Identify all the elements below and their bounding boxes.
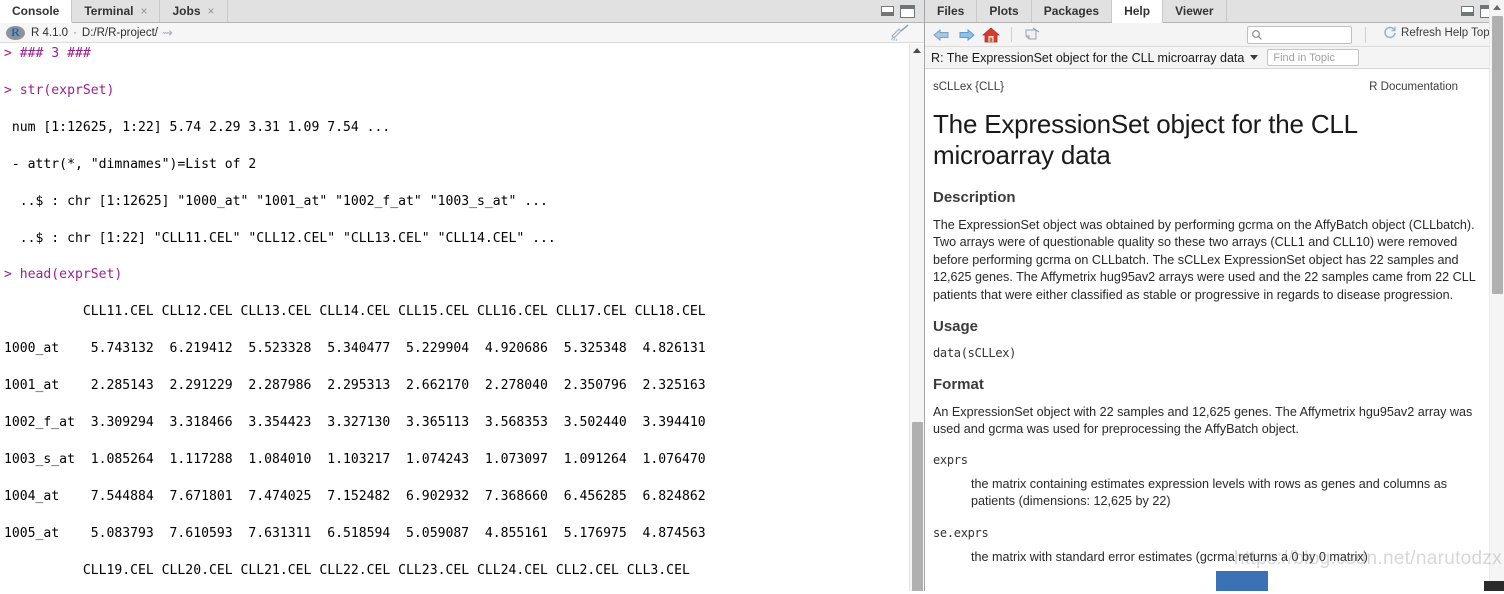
help-search-box[interactable] <box>1247 26 1352 44</box>
back-arrow-icon[interactable] <box>931 25 951 44</box>
maximize-icon[interactable] <box>900 4 915 18</box>
tab-viewer-label: Viewer <box>1175 4 1214 18</box>
tab-packages[interactable]: Packages <box>1031 0 1113 22</box>
console-window-controls <box>872 0 924 22</box>
tab-console-label: Console <box>12 4 60 18</box>
tab-plots[interactable]: Plots <box>977 0 1032 22</box>
help-section-heading-usage: Usage <box>933 318 979 336</box>
console-output-line: num [1:12625, 1:22] 5.74 2.29 3.31 1.09 … <box>4 119 391 135</box>
help-definition-exprs: the matrix containing estimates expressi… <box>971 476 1447 509</box>
tab-help-label: Help <box>1124 4 1151 18</box>
home-icon[interactable] <box>981 25 1001 44</box>
console-output-line: CLL19.CEL CLL20.CEL CLL21.CEL CLL22.CEL … <box>4 562 690 578</box>
scroll-up-icon[interactable] <box>913 48 921 53</box>
console-output-line: 1000_at 5.743132 6.219412 5.523328 5.340… <box>4 341 706 357</box>
tabbar-spacer <box>228 0 872 22</box>
help-section-heading-format: Format <box>933 376 984 394</box>
console-output-line: 1005_at 5.083793 7.610593 7.631311 6.518… <box>4 525 706 541</box>
refresh-help-topic-label: Refresh Help Topic <box>1401 27 1498 39</box>
help-doc-package: sCLLex {CLL} <box>933 81 1004 93</box>
tab-terminal-label: Terminal <box>84 4 134 18</box>
help-topic-title: R: The ExpressionSet object for the CLL … <box>931 50 1245 65</box>
console-scrollbar[interactable] <box>909 44 924 594</box>
tab-help[interactable]: Help <box>1112 0 1164 23</box>
help-search-input[interactable] <box>1265 28 1349 42</box>
find-in-topic-input[interactable]: Find in Topic <box>1267 49 1360 66</box>
console-output-line: 1002_f_at 3.309294 3.318466 3.354423 3.3… <box>4 415 706 431</box>
console-output-line: CLL11.CEL CLL12.CEL CLL13.CEL CLL14.CEL … <box>4 304 706 320</box>
help-nav-icons <box>931 25 1042 44</box>
help-topic-bar: R: The ExpressionSet object for the CLL … <box>925 47 1504 69</box>
console-text: > ### 3 ### > str(exprSet) num [1:12625,… <box>4 45 924 594</box>
open-in-new-window-icon[interactable]: ⇝ <box>162 25 173 41</box>
console-output-area[interactable]: > ### 3 ### > str(exprSet) num [1:12625,… <box>0 43 924 594</box>
console-output-line: ..$ : chr [1:12625] "1000_at" "1001_at" … <box>4 193 548 209</box>
help-term-exprs: exprs <box>933 452 968 467</box>
broom-icon[interactable] <box>888 24 914 42</box>
rstudio-window: Console Terminal × Jobs × R R 4.1.0 · D:… <box>0 0 1504 594</box>
console-prompt-line: > ### 3 ### <box>4 46 91 61</box>
tab-plots-label: Plots <box>989 4 1019 18</box>
help-pane: Files Plots Packages Help Viewer Refresh… <box>925 0 1504 594</box>
scroll-up-icon[interactable] <box>1493 5 1501 10</box>
tabbar-spacer <box>1227 0 1452 22</box>
toolbar-divider <box>1011 27 1012 42</box>
help-toolbar: Refresh Help Topic <box>925 23 1504 47</box>
refresh-help-topic-button[interactable]: Refresh Help Topic <box>1383 26 1498 40</box>
refresh-icon <box>1384 26 1396 39</box>
console-output-line: 1003_s_at 1.085264 1.117288 1.084010 1.1… <box>4 451 706 467</box>
tab-viewer[interactable]: Viewer <box>1163 0 1227 22</box>
project-path-label[interactable]: D:/R/R-project/ <box>82 27 158 39</box>
help-section-text-format: An ExpressionSet object with 22 samples … <box>933 405 1473 437</box>
console-tabbar: Console Terminal × Jobs × <box>0 0 924 23</box>
help-doc-title: The ExpressionSet object for the CLL mic… <box>933 109 1357 170</box>
tab-jobs-label: Jobs <box>172 4 201 18</box>
search-icon <box>1252 30 1262 40</box>
chevron-down-icon[interactable] <box>1250 55 1259 60</box>
minimize-icon[interactable] <box>881 6 894 16</box>
scrollbar-thumb[interactable] <box>1492 16 1503 294</box>
console-output-line: - attr(*, "dimnames")=List of 2 <box>4 156 257 172</box>
tab-files-label: Files <box>937 4 965 18</box>
forward-arrow-icon[interactable] <box>956 25 976 44</box>
help-term-se-exprs: se.exprs <box>933 525 989 540</box>
help-usage-code: data(sCLLex) <box>933 346 1017 361</box>
close-icon[interactable]: × <box>140 4 147 18</box>
help-section-text-description: The ExpressionSet object was obtained by… <box>933 218 1476 302</box>
help-tabbar: Files Plots Packages Help Viewer <box>925 0 1504 23</box>
help-section-heading-description: Description <box>933 189 1016 206</box>
console-pane: Console Terminal × Jobs × R R 4.1.0 · D:… <box>0 0 925 594</box>
tab-packages-label: Packages <box>1043 4 1100 18</box>
print-icon[interactable] <box>1022 25 1042 44</box>
console-prompt-line: > head(exprSet) <box>4 267 123 283</box>
console-prompt-line: > str(exprSet) <box>4 82 115 98</box>
help-definition-se-exprs: the matrix with standard error estimates… <box>971 549 1368 564</box>
console-output-line: 1001_at 2.285143 2.291229 2.287986 2.295… <box>4 378 706 394</box>
r-version-label: R 4.1.0 <box>31 26 69 39</box>
tab-console[interactable]: Console <box>0 0 73 23</box>
help-document-body[interactable]: sCLLex {CLL} R Documentation The Express… <box>925 69 1504 594</box>
tab-jobs[interactable]: Jobs × <box>160 0 228 22</box>
help-doc-meta: sCLLex {CLL} R Documentation <box>933 81 1476 93</box>
help-doc-source: R Documentation <box>1369 81 1458 93</box>
tab-terminal[interactable]: Terminal × <box>72 0 161 22</box>
path-separator: · <box>73 26 77 39</box>
close-icon[interactable]: × <box>208 4 215 18</box>
scrollbar-thumb[interactable] <box>912 422 923 594</box>
r-logo-icon: R <box>6 25 25 40</box>
tab-files[interactable]: Files <box>925 0 978 22</box>
help-scrollbar[interactable] <box>1489 0 1504 594</box>
console-path-bar: R R 4.1.0 · D:/R/R-project/ ⇝ <box>0 23 924 43</box>
minimize-icon[interactable] <box>1461 6 1474 16</box>
console-output-line: ..$ : chr [1:22] "CLL11.CEL" "CLL12.CEL"… <box>4 230 556 246</box>
console-output-line: 1004_at 7.544884 7.671801 7.474025 7.152… <box>4 488 706 504</box>
toolbar-divider <box>1365 27 1366 43</box>
